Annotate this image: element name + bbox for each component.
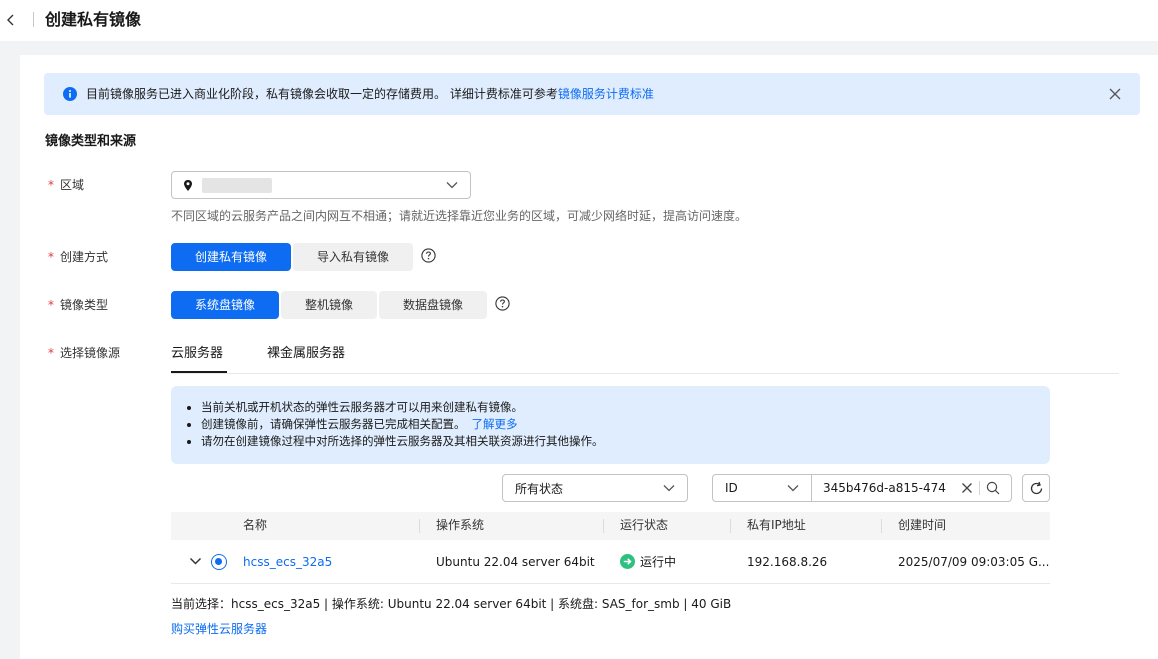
notice-text: 目前镜像服务已进入商业化阶段，私有镜像会收取一定的存储费用。 详细计费标准可参考…: [86, 86, 654, 102]
column-name: 名称: [243, 518, 268, 532]
create-method-label: * 创建方式: [48, 249, 108, 265]
tip-item: 当前关机或开机状态的弹性云服务器才可以用来创建私有镜像。: [201, 399, 604, 416]
search-divider: [979, 481, 980, 495]
row-radio[interactable]: [211, 554, 227, 570]
import-private-image-option[interactable]: 导入私有镜像: [293, 243, 413, 271]
required-mark: *: [48, 178, 54, 192]
column-divider: [419, 519, 420, 533]
form-card: 目前镜像服务已进入商业化阶段，私有镜像会收取一定的存储费用。 详细计费标准可参考…: [20, 55, 1158, 659]
region-value: cn-north-4: [202, 178, 272, 193]
image-source-label: * 选择镜像源: [48, 345, 120, 361]
region-select[interactable]: cn-north-4: [171, 171, 471, 199]
top-bar: 创建私有镜像: [0, 0, 1158, 41]
notice-message: 目前镜像服务已进入商业化阶段，私有镜像会收取一定的存储费用。 详细计费标准可参考: [86, 87, 558, 101]
data-disk-image-option[interactable]: 数据盘镜像: [379, 291, 487, 319]
column-divider: [881, 519, 882, 533]
search-input[interactable]: [817, 475, 953, 501]
search-icon[interactable]: [986, 481, 1000, 495]
tip-text: 请勿在创建镜像过程中对所选择的弹性云服务器及其相关联资源进行其他操作。: [201, 434, 604, 448]
required-mark: *: [48, 346, 54, 360]
server-os: Ubuntu 22.04 server 64bit: [436, 555, 595, 569]
create-method-label-text: 创建方式: [60, 250, 109, 264]
required-mark: *: [48, 250, 54, 264]
refresh-button[interactable]: [1022, 474, 1050, 502]
required-mark: *: [48, 298, 54, 312]
image-source-label-text: 选择镜像源: [60, 346, 121, 360]
chevron-down-icon: [446, 182, 458, 189]
column-divider: [730, 519, 731, 533]
chevron-down-icon: [663, 485, 675, 492]
server-name-link[interactable]: hcss_ecs_32a5: [243, 554, 332, 570]
image-type-label-text: 镜像类型: [60, 298, 109, 312]
section-title: 镜像类型和来源: [45, 134, 137, 149]
table-header: 名称 操作系统 运行状态 私有IP地址 创建时间: [171, 512, 1050, 540]
column-status: 运行状态: [620, 518, 669, 532]
column-private-ip: 私有IP地址: [747, 518, 806, 532]
close-icon[interactable]: [1108, 87, 1122, 101]
server-private-ip: 192.168.8.26: [747, 555, 828, 569]
search-field-value: ID: [725, 481, 738, 495]
search-box: ID: [712, 474, 1012, 502]
tip-item: 创建镜像前，请确保弹性云服务器已完成相关配置。了解更多: [201, 416, 604, 433]
pricing-link[interactable]: 镜像服务计费标准: [558, 87, 654, 101]
info-icon: [63, 87, 77, 101]
commercial-notice: 目前镜像服务已进入商业化阶段，私有镜像会收取一定的存储费用。 详细计费标准可参考…: [44, 73, 1140, 115]
table-row[interactable]: hcss_ecs_32a5 Ubuntu 22.04 server 64bit …: [171, 540, 1050, 584]
learn-more-link[interactable]: 了解更多: [472, 417, 518, 431]
clear-icon[interactable]: [961, 482, 973, 494]
source-tips: 当前关机或开机状态的弹性云服务器才可以用来创建私有镜像。 创建镜像前，请确保弹性…: [171, 386, 1050, 464]
page-title: 创建私有镜像: [45, 10, 142, 29]
create-private-image-option[interactable]: 创建私有镜像: [171, 243, 291, 271]
refresh-icon: [1030, 481, 1043, 495]
back-arrow-icon[interactable]: [4, 12, 18, 28]
region-label-text: 区域: [60, 178, 85, 192]
column-divider: [603, 519, 604, 533]
region-label: * 区域: [48, 177, 84, 193]
server-created-time: 2025/07/09 09:03:05 G...: [898, 555, 1050, 569]
tip-item: 请勿在创建镜像过程中对所选择的弹性云服务器及其相关联资源进行其他操作。: [201, 433, 604, 450]
tab-cloud-server[interactable]: 云服务器: [171, 345, 227, 373]
column-created-time: 创建时间: [898, 518, 947, 532]
server-status: 运行中: [640, 555, 677, 569]
help-icon[interactable]: [421, 248, 436, 263]
status-filter-value: 所有状态: [515, 482, 564, 496]
tab-bare-metal-server[interactable]: 裸金属服务器: [267, 345, 345, 373]
region-hint: 不同区域的云服务产品之间内网互不相通；请就近选择靠近您业务的区域，可减少网络时延…: [171, 209, 748, 223]
title-divider: [33, 12, 34, 27]
system-disk-image-option[interactable]: 系统盘镜像: [171, 291, 279, 319]
selection-summary: 当前选择：hcss_ecs_32a5 | 操作系统: Ubuntu 22.04 …: [171, 597, 732, 611]
help-icon[interactable]: [495, 296, 510, 311]
tip-text: 当前关机或开机状态的弹性云服务器才可以用来创建私有镜像。: [201, 400, 523, 414]
chevron-down-icon: [787, 485, 799, 492]
column-os: 操作系统: [436, 518, 485, 532]
server-table: 名称 操作系统 运行状态 私有IP地址 创建时间 hcss_ecs_32a5 U…: [171, 512, 1050, 584]
buy-ecs-link[interactable]: 购买弹性云服务器: [171, 621, 267, 637]
tip-text: 创建镜像前，请确保弹性云服务器已完成相关配置。: [201, 417, 466, 431]
status-filter-select[interactable]: 所有状态: [502, 474, 688, 502]
running-status-icon: [620, 554, 635, 569]
image-type-label: * 镜像类型: [48, 297, 108, 313]
full-ecs-image-option[interactable]: 整机镜像: [281, 291, 377, 319]
location-pin-icon: [184, 180, 192, 191]
source-tabs: 云服务器 裸金属服务器: [171, 345, 1119, 374]
search-field-select[interactable]: ID: [713, 475, 812, 501]
chevron-down-icon[interactable]: [189, 556, 202, 566]
